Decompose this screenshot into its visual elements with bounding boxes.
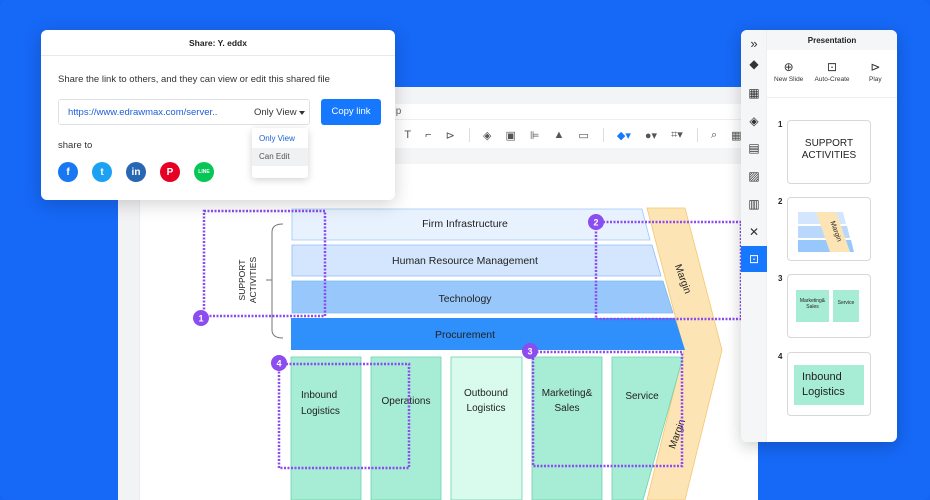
share-to-label: share to [58,140,93,151]
slide-thumbnail-1[interactable]: SUPPORT ACTIVITIES [787,120,871,184]
permission-dropdown: Only View Can Edit [252,128,308,178]
panel-title: Presentation [767,30,897,50]
presentation-panel: » ◆ ▦ ◈ ▤ ▨ ▥ ✕ ⊡ Presentation ⊕ New Slid… [741,30,897,442]
callout-number: 4 [276,359,281,369]
preview-box: Marketing& Sales [796,290,829,322]
linkedin-icon[interactable]: in [126,162,146,182]
primary-marketing-sales[interactable] [531,356,603,500]
connect-icon[interactable]: ✕ [741,220,767,244]
support-row-label: Technology [438,293,492,305]
permission-select[interactable]: Only View [254,100,297,125]
play-icon: ⊳ [870,60,881,74]
share-dialog: Share: Y. eddx Share the link to others,… [41,30,395,200]
play-button[interactable]: ⊳ Play [854,58,897,97]
slide-number: 3 [778,274,783,283]
primary-outbound-logistics[interactable] [450,356,523,500]
easel-icon: ⊡ [826,60,838,74]
new-slide-button[interactable]: ⊕ New Slide [767,58,810,97]
callout-number: 1 [198,314,203,324]
share-link-url[interactable]: https://www.edrawmax.com/server.. [68,100,217,125]
presentation-icon[interactable]: ⊡ [741,246,767,272]
support-row-label: Human Resource Management [392,255,538,267]
callout-number: 2 [593,218,598,228]
slide-thumbnail-4[interactable]: Inbound Logistics [787,352,871,416]
margin-chevron[interactable] [646,207,723,500]
slide-2-preview: Margin [798,212,854,252]
share-description: Share the link to others, and they can v… [58,74,330,85]
fill-icon[interactable]: ◆ [741,52,767,76]
image-icon[interactable]: ▨ [741,164,767,188]
plus-circle-icon: ⊕ [783,60,794,74]
presentation-actions: ⊕ New Slide ⊡ Auto-Create ⊳ Play [767,58,897,98]
option-can-edit[interactable]: Can Edit [252,148,308,166]
grid-icon[interactable]: ▦ [741,81,767,105]
line-icon[interactable]: LINE [194,162,214,182]
slide-text: SUPPORT ACTIVITIES [801,138,857,161]
social-share-list: f t in P LINE [58,162,214,182]
slide-number: 2 [778,197,783,206]
primary-label: Operations [382,396,431,407]
slide-thumbnail-3[interactable]: Marketing& Sales Service [787,274,871,338]
primary-operations[interactable] [370,356,442,500]
slide-thumbnail-2[interactable]: Margin [787,197,871,261]
facebook-icon[interactable]: f [58,162,78,182]
callout-number: 3 [527,347,532,357]
option-only-view[interactable]: Only View [252,130,308,148]
pinterest-icon[interactable]: P [160,162,180,182]
support-bracket [271,223,284,339]
support-row-label: Procurement [435,329,495,341]
slide-number: 4 [778,352,783,361]
preview-box: Inbound Logistics [794,365,864,405]
copy-link-button[interactable]: Copy link [321,99,381,125]
preview-box: Service [833,290,859,322]
twitter-icon[interactable]: t [92,162,112,182]
chart-icon[interactable]: ▥ [741,192,767,216]
layers-icon[interactable]: ◈ [741,109,767,133]
side-rail: » ◆ ▦ ◈ ▤ ▨ ▥ ✕ ⊡ [741,30,767,442]
primary-inbound-logistics[interactable] [290,356,362,500]
support-activities-label: SUPPORTACTIVITIES [237,257,258,304]
chevron-down-icon[interactable] [299,111,305,115]
auto-create-button[interactable]: ⊡ Auto-Create [810,58,853,97]
slide-number: 1 [778,120,783,129]
support-row-label: Firm Infrastructure [422,218,508,230]
share-link-field[interactable]: https://www.edrawmax.com/server.. Only V… [58,99,310,125]
primary-label: Service [625,391,659,402]
page-icon[interactable]: ▤ [741,136,767,160]
share-dialog-title: Share: Y. eddx [41,30,395,56]
